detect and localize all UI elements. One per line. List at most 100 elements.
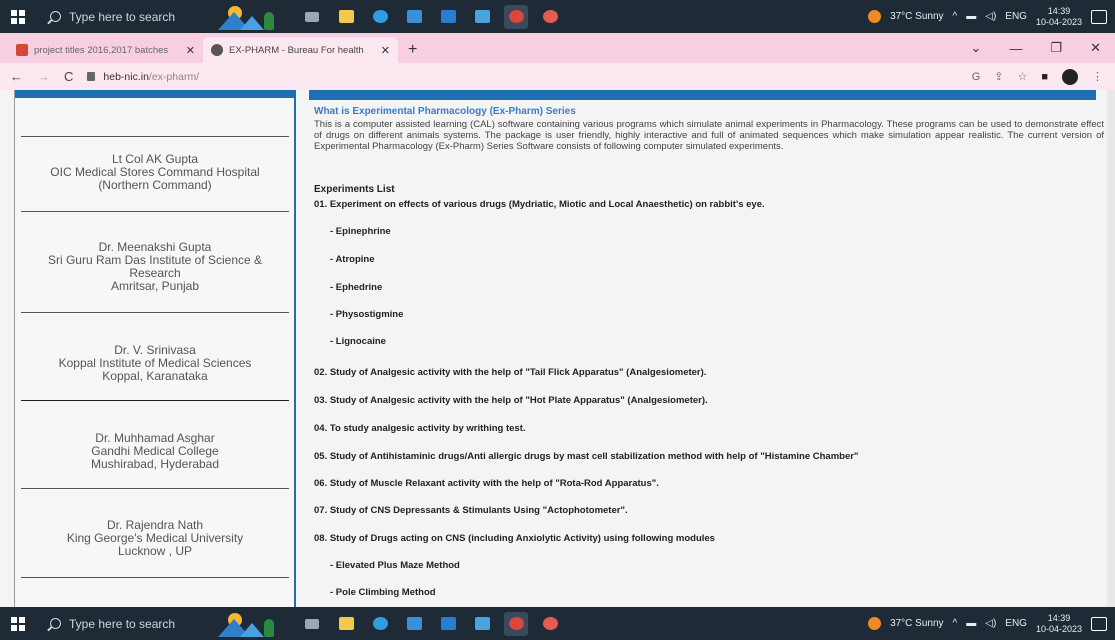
clock-time: 14:39 (1047, 5, 1071, 16)
weather-icon[interactable] (868, 10, 882, 23)
chrome-icon[interactable] (504, 611, 528, 636)
experiment-item: 03. Study of Analgesic activity with the… (314, 395, 708, 406)
volume-icon[interactable]: ◁) (985, 618, 996, 629)
tab-title: project titles 2016,2017 batches (34, 44, 169, 56)
taskbar-apps (300, 611, 562, 636)
experiment-subitem: - Pole Climbing Method (330, 587, 436, 598)
restore-button[interactable]: ❐ (1050, 40, 1062, 56)
page-scrollbar[interactable] (1107, 90, 1115, 607)
edge-icon[interactable] (368, 5, 392, 29)
google-lens-icon[interactable]: G (972, 71, 981, 83)
profile-avatar[interactable] (1062, 68, 1078, 85)
taskbar-search-placeholder: Type here to search (69, 9, 176, 24)
file-explorer-icon[interactable] (334, 612, 358, 636)
close-window-button[interactable]: ✕ (1090, 40, 1101, 56)
sidebar-person: Dr. Meenakshi Gupta Sri Guru Ram Das Ins… (21, 211, 289, 293)
clock-time: 14:39 (1047, 612, 1071, 623)
notification-icon[interactable] (1091, 616, 1107, 631)
address-bar-actions: G ⇪ ☆ ■ ⋮ (972, 68, 1115, 85)
experiment-item: 07. Study of CNS Depressants & Stimulant… (314, 505, 628, 516)
task-view-icon[interactable] (300, 5, 324, 29)
language-indicator[interactable]: ENG (1005, 11, 1027, 22)
reload-button[interactable]: C (64, 69, 73, 84)
experiment-subitem: - Atropine (330, 254, 375, 265)
bookmark-star-icon[interactable]: ☆ (1017, 70, 1027, 83)
store-icon[interactable] (402, 5, 426, 29)
experiment-subitem: - Lignocaine (330, 336, 386, 347)
sidebar-person: Dr. Rajendra Nath King George's Medical … (21, 488, 289, 558)
sidebar: Lt Col AK Gupta OIC Medical Stores Comma… (14, 90, 296, 607)
experiment-item: 01. Experiment on effects of various dru… (314, 199, 765, 210)
taskbar-search[interactable]: Type here to search (36, 0, 214, 33)
tab-search-chevron-icon[interactable]: ⌄ (971, 40, 982, 56)
person-line: (Northern Command) (98, 178, 212, 192)
photos-icon[interactable] (470, 612, 494, 636)
experiment-subitem: - Ephedrine (330, 282, 383, 293)
sidebar-person: Dr. V. Srinivasa Koppal Institute of Med… (21, 312, 289, 383)
person-line: Koppal, Karanataka (102, 369, 208, 383)
menu-kebab-icon[interactable]: ⋮ (1092, 70, 1103, 83)
store-icon[interactable] (402, 612, 426, 636)
experiment-item: 08. Study of Drugs acting on CNS (includ… (314, 533, 715, 544)
section-title: What is Experimental Pharmacology (Ex-Ph… (314, 106, 576, 117)
sidebar-top-bar (15, 90, 294, 98)
sidebar-person: Dr. Muhhamad Asghar Gandhi Medical Colle… (21, 400, 289, 471)
system-tray: 37°C Sunny ^ ▬ ◁) ENG 14:39 10-04-2023 (868, 613, 1115, 635)
close-tab-icon[interactable]: ✕ (381, 44, 390, 57)
side-panel-icon[interactable]: ■ (1041, 71, 1048, 83)
mail-icon[interactable] (436, 5, 460, 29)
clock[interactable]: 14:39 10-04-2023 (1036, 613, 1082, 635)
url-path: /ex-pharm/ (148, 70, 200, 83)
content-top-bar (309, 90, 1096, 100)
share-icon[interactable]: ⇪ (994, 70, 1003, 83)
close-tab-icon[interactable]: ✕ (186, 44, 195, 57)
start-button[interactable] (0, 607, 36, 640)
battery-icon[interactable]: ▬ (966, 618, 976, 629)
battery-icon[interactable]: ▬ (966, 11, 976, 22)
edge-icon[interactable] (368, 612, 392, 636)
chrome-profile-icon[interactable] (538, 5, 562, 29)
chrome-icon[interactable] (504, 4, 528, 29)
taskbar-apps (300, 4, 562, 29)
tab-ex-pharm[interactable]: EX-PHARM - Bureau For health ✕ (203, 37, 398, 63)
weather-text[interactable]: 37°C Sunny (890, 618, 943, 629)
forward-button[interactable]: → (37, 69, 50, 84)
tab-project-titles[interactable]: project titles 2016,2017 batches ✕ (8, 37, 203, 63)
taskbar-search[interactable]: Type here to search (36, 607, 214, 640)
experiment-item: 06. Study of Muscle Relaxant activity wi… (314, 478, 659, 489)
browser-tabstrip: project titles 2016,2017 batches ✕ EX-PH… (0, 33, 1115, 63)
clock-date: 10-04-2023 (1035, 623, 1082, 634)
divider (21, 577, 289, 578)
volume-icon[interactable]: ◁) (985, 11, 996, 22)
taskbar-search-placeholder: Type here to search (69, 616, 176, 631)
experiment-subitem: - Physostigmine (330, 309, 404, 320)
weather-icon[interactable] (868, 617, 882, 630)
file-explorer-icon[interactable] (334, 5, 358, 29)
minimize-button[interactable]: — (1009, 41, 1022, 56)
windows-icon (11, 9, 25, 24)
url-field[interactable]: heb-nic.in/ex-pharm/ (87, 71, 199, 83)
chrome-profile-icon[interactable] (538, 612, 562, 636)
experiment-item: 02. Study of Analgesic activity with the… (314, 367, 707, 378)
photos-icon[interactable] (470, 5, 494, 29)
gmail-favicon-icon (16, 44, 28, 56)
tray-chevron-icon[interactable]: ^ (953, 618, 958, 629)
experiments-heading: Experiments List (314, 184, 395, 195)
taskbar-top: Type here to search 37°C Sunny ^ ▬ ◁) EN… (0, 0, 1115, 33)
weather-text[interactable]: 37°C Sunny (890, 11, 943, 22)
windows-icon (11, 616, 25, 631)
language-indicator[interactable]: ENG (1005, 618, 1027, 629)
task-view-icon[interactable] (300, 612, 324, 636)
screen: Type here to search 37°C Sunny ^ ▬ ◁) EN… (0, 0, 1115, 640)
new-tab-button[interactable]: + (398, 41, 427, 63)
address-bar-row: ← → C heb-nic.in/ex-pharm/ G ⇪ ☆ ■ ⋮ (0, 63, 1115, 90)
notification-icon[interactable] (1091, 9, 1107, 24)
lock-icon (87, 72, 96, 81)
tray-chevron-icon[interactable]: ^ (953, 11, 958, 22)
back-button[interactable]: ← (10, 69, 23, 84)
site-favicon-icon (211, 44, 223, 56)
person-line: Lucknow , UP (117, 544, 193, 558)
clock[interactable]: 14:39 10-04-2023 (1036, 6, 1082, 28)
mail-icon[interactable] (436, 612, 460, 636)
start-button[interactable] (0, 0, 36, 33)
